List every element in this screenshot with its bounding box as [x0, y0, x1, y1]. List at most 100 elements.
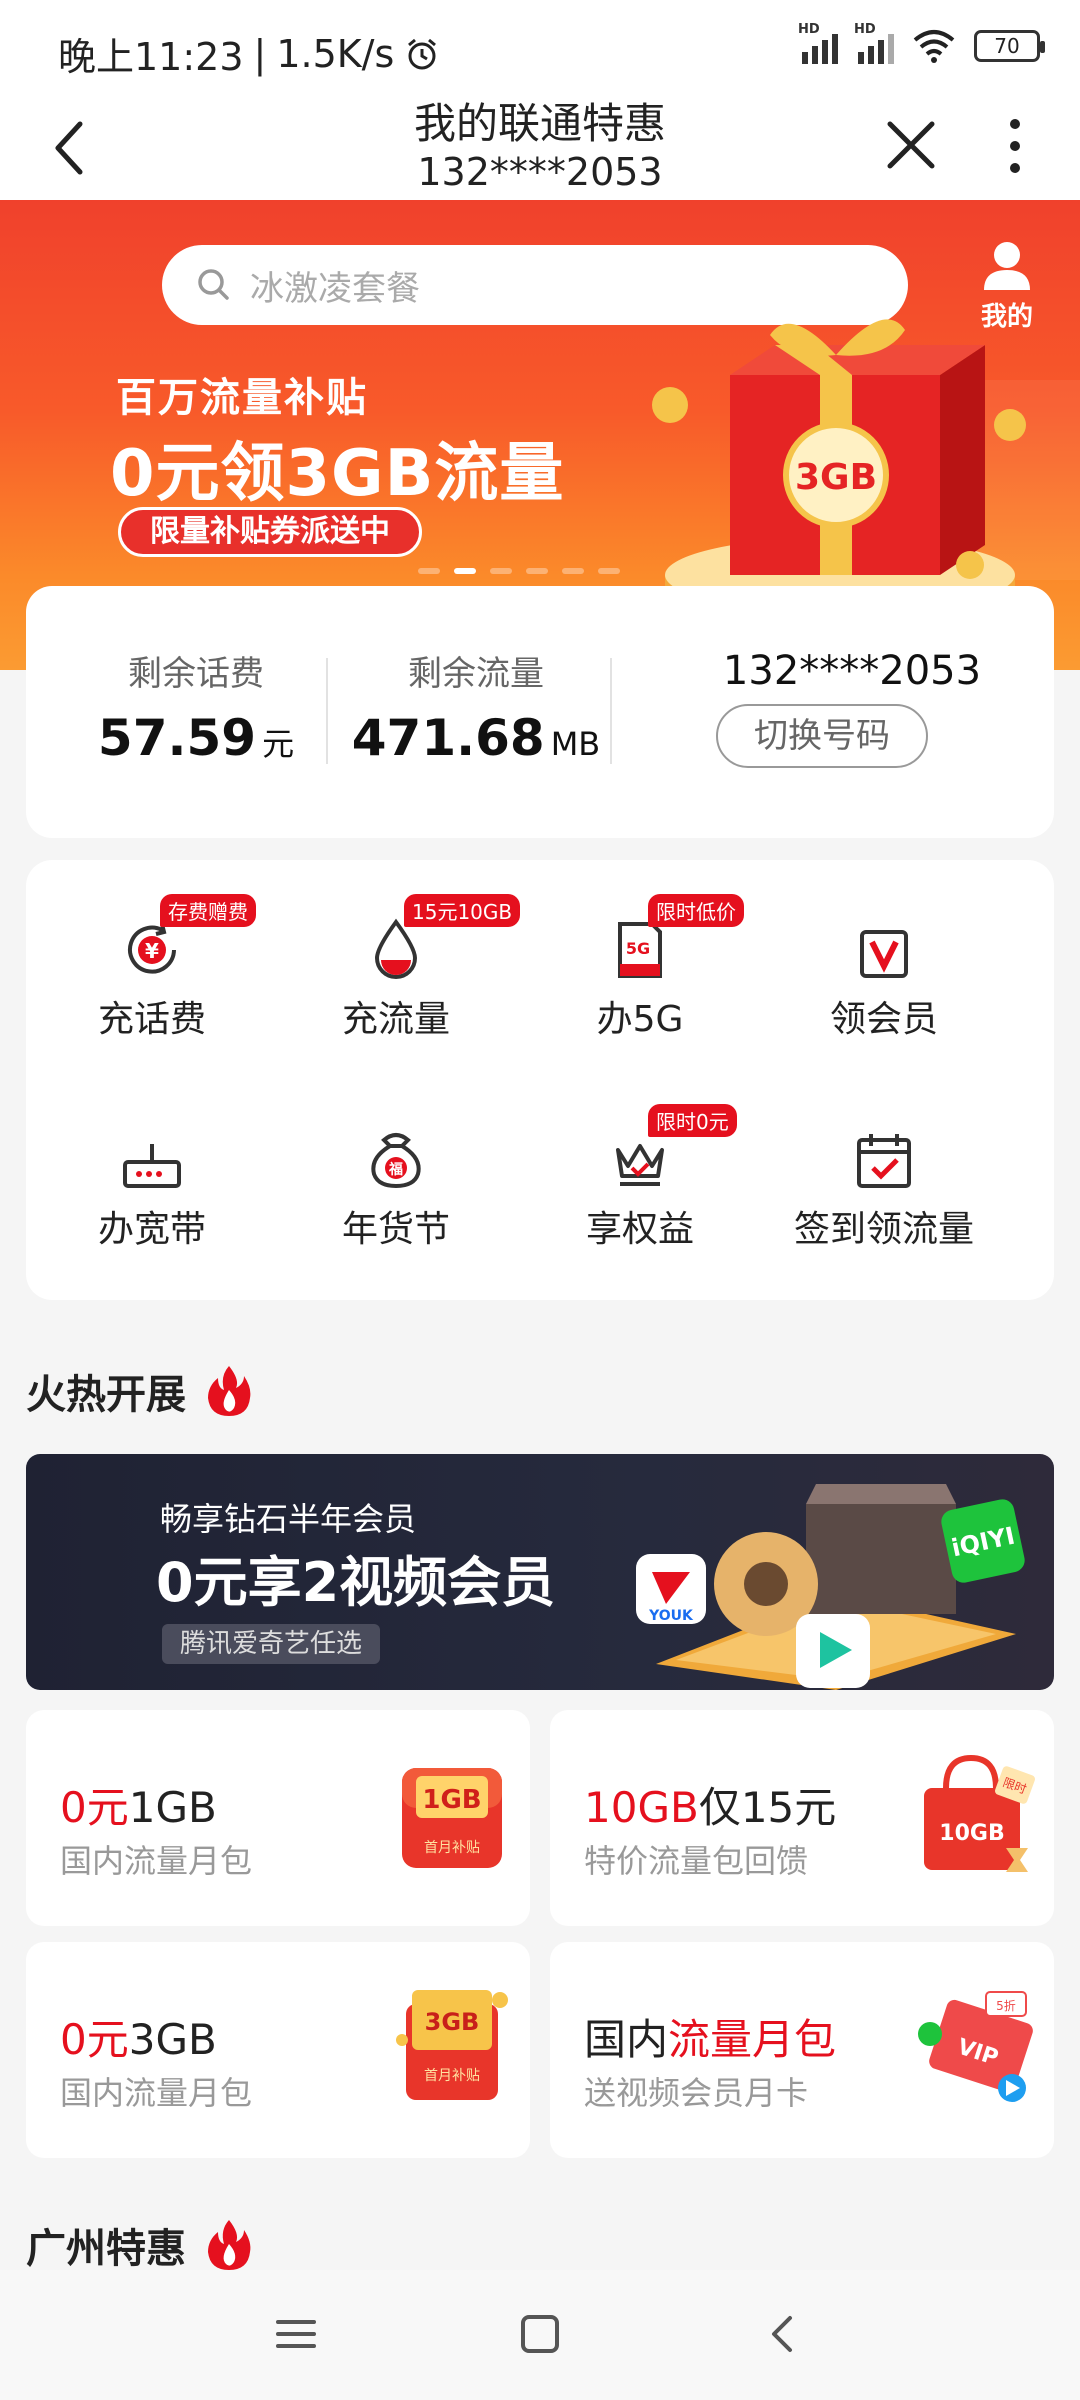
system-nav-bar	[0, 2270, 1080, 2400]
offer-card-monthly-pack[interactable]: 国内流量月包 送视频会员月卡 VIP 5折	[550, 1942, 1054, 2158]
service-label: 办宽带	[97, 1209, 206, 1250]
service-newyear[interactable]: 福 年货节	[276, 1106, 516, 1252]
5g-sim-icon: 5G	[618, 922, 662, 978]
video-apps-illustration: iQIYI YOUK	[636, 1484, 1025, 1690]
service-label: 充话费	[97, 999, 206, 1040]
service-vip[interactable]: 领会员	[764, 896, 1004, 1042]
back-icon[interactable]	[754, 2304, 814, 2364]
offer-card-1gb[interactable]: 0元 1GB 国内流量月包 1GB 首月补贴	[26, 1710, 530, 1926]
service-broadband[interactable]: 办宽带	[32, 1106, 272, 1252]
promo-line2: 0元领3GB流量	[110, 437, 565, 511]
service-tag: 限时低价	[648, 894, 744, 927]
data-value: 471.68	[351, 709, 545, 767]
offer-art-sub: 首月补贴	[424, 2068, 480, 2084]
battery-icon: 70	[974, 30, 1045, 62]
balance-card: 剩余话费 57.59 元 剩余流量 471.68 MB 132****2053 切换…	[26, 586, 1054, 838]
user-icon	[984, 242, 1030, 290]
switch-number-button[interactable]: 切换号码	[716, 704, 928, 768]
offer-highlight: 0元	[60, 2015, 129, 2064]
carousel-dots	[418, 568, 620, 574]
status-bar: 晚上11:23 | 1.5K/s HD HD 70	[0, 0, 1080, 96]
home-square-icon[interactable]	[510, 2304, 570, 2364]
status-divider: |	[253, 31, 267, 76]
offer-highlight: 0元	[60, 1783, 129, 1832]
offer-sub: 国内流量月包	[60, 1842, 253, 1880]
section-title-text: 火热开展	[26, 1372, 186, 1418]
status-left: 晚上11:23 | 1.5K/s	[58, 26, 440, 81]
offer-sub: 国内流量月包	[60, 2074, 253, 2112]
carousel-dot	[562, 568, 584, 574]
service-benefits[interactable]: 限时0元 享权益	[520, 1104, 760, 1252]
svg-text:福: 福	[388, 1161, 403, 1178]
offer-sub: 特价流量包回馈	[584, 1842, 809, 1880]
youku-label: YOUK	[648, 1608, 694, 1624]
carousel-dot	[526, 568, 548, 574]
service-tag: 存费赠费	[160, 894, 256, 927]
phone-number: 132****2053	[722, 648, 982, 694]
promo-line1: 百万流量补贴	[116, 375, 368, 421]
offer-highlight: 10GB	[584, 1783, 699, 1832]
video-banner-pill: 腾讯爱奇艺任选	[162, 1624, 381, 1664]
video-banner-line2: 0元享2视频会员	[156, 1551, 556, 1614]
close-icon[interactable]	[876, 110, 946, 180]
service-data[interactable]: 15元10GB 充流量	[276, 894, 521, 1042]
offer-main: 国内	[584, 2015, 669, 2064]
carousel-dot	[598, 568, 620, 574]
divider	[326, 658, 328, 764]
service-label: 享权益	[585, 1209, 694, 1250]
calendar-check-icon	[857, 1134, 911, 1188]
offer-card-10gb[interactable]: 10GB仅15元 特价流量包回馈 10GB 限时	[550, 1710, 1054, 1926]
service-tag: 15元10GB	[404, 894, 521, 927]
service-checkin[interactable]: 签到领流量	[764, 1106, 1004, 1252]
status-speed: 1.5K/s	[276, 31, 395, 76]
service-recharge[interactable]: ¥ 存费赠费 充话费	[32, 894, 272, 1042]
crown-icon	[616, 1144, 664, 1186]
offer-card-3gb[interactable]: 0元3GB 国内流量月包 3GB 首月补贴	[26, 1942, 530, 2158]
services-grid: ¥ 存费赠费 充话费 15元10GB 充流量 5G 限时低价 办5G 领会员 办…	[26, 860, 1054, 1300]
svg-text:¥: ¥	[145, 939, 159, 963]
offer-art-label: 10GB	[939, 1821, 1004, 1846]
section-title-text: 广州特惠	[26, 2226, 186, 2272]
promo-pill: 限量补贴券派送中	[118, 507, 422, 557]
offer-art-sub: 首月补贴	[424, 1840, 480, 1856]
data-balance[interactable]: 剩余流量 471.68 MB	[351, 646, 601, 767]
divider	[610, 658, 612, 764]
service-label: 领会员	[829, 999, 938, 1040]
fortune-bag-icon: 福	[371, 1133, 421, 1189]
more-vertical-icon[interactable]	[990, 110, 1040, 180]
offer-art-label: 1GB	[422, 1785, 481, 1815]
gift-label: 3GB	[795, 457, 877, 498]
signal-icon-2: HD	[854, 22, 894, 64]
svg-text:5G: 5G	[626, 939, 650, 958]
data-drop-icon	[374, 918, 418, 979]
data-unit: MB	[550, 725, 601, 763]
router-icon	[123, 1144, 181, 1188]
fee-balance[interactable]: 剩余话费 57.59 元	[86, 646, 306, 767]
offer-art-label: 3GB	[425, 2008, 480, 2036]
fire-icon	[208, 1366, 251, 1416]
shopping-bag-10gb-icon: 10GB 限时	[924, 1754, 1035, 1872]
vip-box-icon: VIP 5折	[918, 1991, 1033, 2102]
video-vip-banner[interactable]: 畅享钻石半年会员 0元享2视频会员 腾讯爱奇艺任选 iQIYI YOUK	[26, 1454, 1054, 1690]
menu-icon[interactable]	[266, 2304, 326, 2364]
service-label: 办5G	[596, 999, 684, 1040]
offer-main: 3GB	[128, 2015, 217, 2064]
red-packet-1gb-icon: 1GB 首月补贴	[402, 1768, 502, 1868]
battery-level: 70	[994, 34, 1020, 58]
offer-sub: 送视频会员月卡	[584, 2074, 809, 2112]
offer-art-sub: 5折	[996, 1998, 1016, 2013]
carousel-dot	[490, 568, 512, 574]
search-bar[interactable]: 冰激凌套餐	[162, 245, 908, 325]
fire-icon	[208, 2220, 251, 2270]
wifi-icon	[913, 30, 955, 63]
status-time: 晚上11:23	[58, 35, 244, 79]
service-label: 充流量	[341, 999, 450, 1040]
service-tag: 限时0元	[648, 1104, 737, 1137]
service-5g[interactable]: 5G 限时低价 办5G	[520, 894, 760, 1042]
data-label: 剩余流量	[408, 654, 544, 694]
offer-main: 仅15元	[698, 1783, 837, 1832]
title-bar: 我的联通特惠 132****2053	[0, 96, 1080, 200]
vip-v-icon	[860, 930, 908, 978]
service-label: 年货节	[341, 1209, 450, 1250]
fee-unit: 元	[262, 725, 295, 763]
